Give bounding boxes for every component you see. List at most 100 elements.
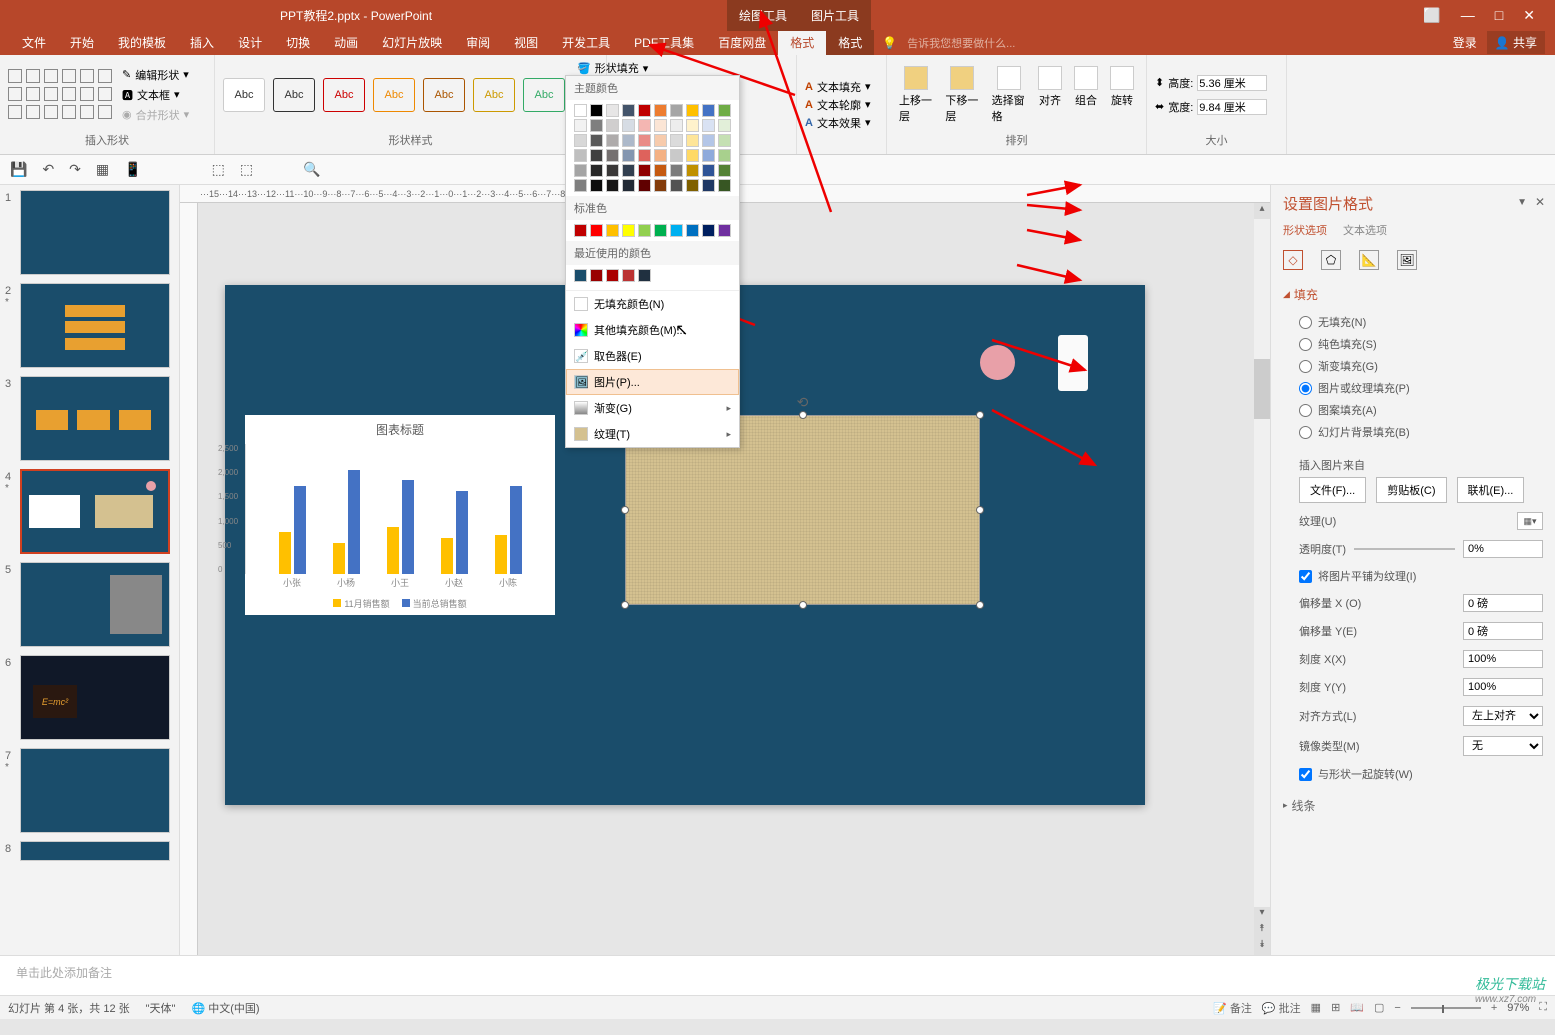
rotate-button[interactable]: 旋转: [1106, 62, 1138, 112]
slide-thumb-8[interactable]: [20, 841, 170, 861]
drawing-tools-tab[interactable]: 绘图工具: [727, 0, 799, 31]
line-section-header[interactable]: ▸线条: [1283, 797, 1543, 814]
text-outline-button[interactable]: A 文本轮廓 ▾: [805, 97, 870, 113]
resize-handle-s[interactable]: [799, 601, 807, 609]
align-select[interactable]: 左上对齐: [1463, 706, 1543, 726]
size-properties-icon[interactable]: 📐: [1359, 250, 1379, 270]
ime-indicator[interactable]: 🌐 中文(中国): [191, 1000, 259, 1016]
chart-object[interactable]: 图表标题 05001,0001,5002,0002,500 小张小杨小王小赵小陈…: [245, 415, 555, 615]
group-button[interactable]: 组合: [1070, 62, 1102, 112]
transparency-input[interactable]: [1463, 540, 1543, 558]
menu-view[interactable]: 视图: [502, 30, 550, 55]
no-fill-radio[interactable]: 无填充(N): [1299, 311, 1543, 333]
picture-fill-item[interactable]: 🖼图片(P)...: [566, 369, 739, 395]
slide-thumb-2[interactable]: [20, 283, 170, 368]
scroll-thumb[interactable]: [1254, 359, 1270, 419]
vertical-scrollbar[interactable]: ▴ ▾ ⯭ ⯯: [1254, 203, 1270, 955]
slideshow-view-icon[interactable]: ▢: [1374, 1001, 1384, 1014]
close-button[interactable]: ✕: [1523, 7, 1535, 24]
selection-pane-button[interactable]: 选择窗格: [988, 62, 1030, 128]
no-fill-item[interactable]: 无填充颜色(N): [566, 291, 739, 317]
offset-x-input[interactable]: [1463, 594, 1543, 612]
sorter-view-icon[interactable]: ⊞: [1331, 1001, 1340, 1014]
menu-templates[interactable]: 我的模板: [106, 30, 178, 55]
menu-home[interactable]: 开始: [58, 30, 106, 55]
resize-handle-se[interactable]: [976, 601, 984, 609]
pattern-fill-radio[interactable]: 图案填充(A): [1299, 399, 1543, 421]
fill-line-icon[interactable]: ◇: [1283, 250, 1303, 270]
menu-transitions[interactable]: 切换: [274, 30, 322, 55]
menu-insert[interactable]: 插入: [178, 30, 226, 55]
slide-thumb-1[interactable]: [20, 190, 170, 275]
menu-netdisk[interactable]: 百度网盘: [706, 30, 778, 55]
mirror-select[interactable]: 无: [1463, 736, 1543, 756]
redo-icon[interactable]: ↷: [69, 161, 81, 178]
slide-thumb-4[interactable]: [20, 469, 170, 554]
notes-area[interactable]: 单击此处添加备注: [0, 955, 1555, 995]
login-button[interactable]: 登录: [1453, 34, 1477, 51]
next-slide-icon[interactable]: ⯯: [1254, 939, 1270, 955]
touch-mode-icon[interactable]: 📱: [124, 161, 141, 178]
scale-x-input[interactable]: [1463, 650, 1543, 668]
scale-y-input[interactable]: [1463, 678, 1543, 696]
shapes-palette[interactable]: [8, 69, 114, 121]
menu-format-picture[interactable]: 格式: [826, 30, 874, 55]
edit-shape-button[interactable]: ✎ 编辑形状 ▾: [122, 67, 189, 83]
merge-shape-button[interactable]: ◉ 合并形状 ▾: [122, 107, 189, 123]
reading-view-icon[interactable]: 📖: [1350, 1001, 1364, 1014]
resize-handle-n[interactable]: [799, 411, 807, 419]
qat-btn-1[interactable]: ⬚: [212, 161, 225, 178]
share-button[interactable]: 👤 共享: [1487, 31, 1545, 54]
resize-handle-sw[interactable]: [621, 601, 629, 609]
text-box-button[interactable]: 🅰 文本框 ▾: [122, 87, 189, 103]
slide-thumb-7[interactable]: [20, 748, 170, 833]
maximize-button[interactable]: □: [1495, 7, 1503, 24]
gradient-fill-radio[interactable]: 渐变填充(G): [1299, 355, 1543, 377]
bring-forward-button[interactable]: 上移一层: [895, 62, 937, 128]
start-from-beginning-icon[interactable]: ▦: [96, 161, 109, 178]
standard-color-grid[interactable]: [566, 220, 739, 241]
eyedropper-item[interactable]: 💉取色器(E): [566, 343, 739, 369]
more-colors-item[interactable]: 其他填充颜色(M)...: [566, 317, 739, 343]
menu-review[interactable]: 审阅: [454, 30, 502, 55]
pink-circle-shape[interactable]: [980, 345, 1015, 380]
height-input[interactable]: [1197, 75, 1267, 91]
tell-me-input[interactable]: 告诉我您想要做什么...: [907, 35, 1015, 51]
fill-section-header[interactable]: ◢填充: [1283, 286, 1543, 303]
notes-button[interactable]: 📝 备注: [1213, 1000, 1252, 1016]
solid-fill-radio[interactable]: 纯色填充(S): [1299, 333, 1543, 355]
undo-icon[interactable]: ↶: [42, 161, 54, 178]
slide-thumb-3[interactable]: [20, 376, 170, 461]
texture-fill-item[interactable]: 纹理(T)▸: [566, 421, 739, 447]
picture-icon[interactable]: 🖼: [1397, 250, 1417, 270]
offset-y-input[interactable]: [1463, 622, 1543, 640]
slide-thumb-6[interactable]: E=mc²: [20, 655, 170, 740]
rotate-with-shape-checkbox[interactable]: 与形状一起旋转(W): [1283, 761, 1543, 787]
slide-bg-fill-radio[interactable]: 幻灯片背景填充(B): [1299, 421, 1543, 443]
recent-color-grid[interactable]: [566, 265, 739, 286]
text-options-tab[interactable]: 文本选项: [1343, 222, 1387, 238]
resize-handle-ne[interactable]: [976, 411, 984, 419]
menu-file[interactable]: 文件: [10, 30, 58, 55]
tile-checkbox[interactable]: 将图片平铺为纹理(I): [1283, 563, 1543, 589]
picture-texture-fill-radio[interactable]: 图片或纹理填充(P): [1299, 377, 1543, 399]
effects-icon[interactable]: ⬠: [1321, 250, 1341, 270]
white-rect-shape[interactable]: [1058, 335, 1088, 391]
align-button[interactable]: 对齐: [1034, 62, 1066, 112]
text-fill-button[interactable]: A 文本填充 ▾: [805, 79, 870, 95]
scroll-down-icon[interactable]: ▾: [1254, 907, 1270, 923]
menu-pdf[interactable]: PDF工具集: [622, 30, 706, 55]
comments-button[interactable]: 💬 批注: [1262, 1000, 1301, 1016]
picture-tools-tab[interactable]: 图片工具: [799, 0, 871, 31]
menu-slideshow[interactable]: 幻灯片放映: [370, 30, 454, 55]
menu-design[interactable]: 设计: [226, 30, 274, 55]
file-button[interactable]: 文件(F)...: [1299, 477, 1366, 503]
online-button[interactable]: 联机(E)...: [1457, 477, 1525, 503]
menu-format-drawing[interactable]: 格式: [778, 30, 826, 55]
gradient-fill-item[interactable]: 渐变(G)▸: [566, 395, 739, 421]
pane-options-icon[interactable]: ▼: [1517, 197, 1527, 208]
prev-slide-icon[interactable]: ⯭: [1254, 923, 1270, 939]
qat-btn-2[interactable]: ⬚: [240, 161, 253, 178]
normal-view-icon[interactable]: ▦: [1311, 1001, 1321, 1014]
slide-panel[interactable]: 1 2* 3 4* 5 6E=mc² 7* 8: [0, 185, 180, 955]
